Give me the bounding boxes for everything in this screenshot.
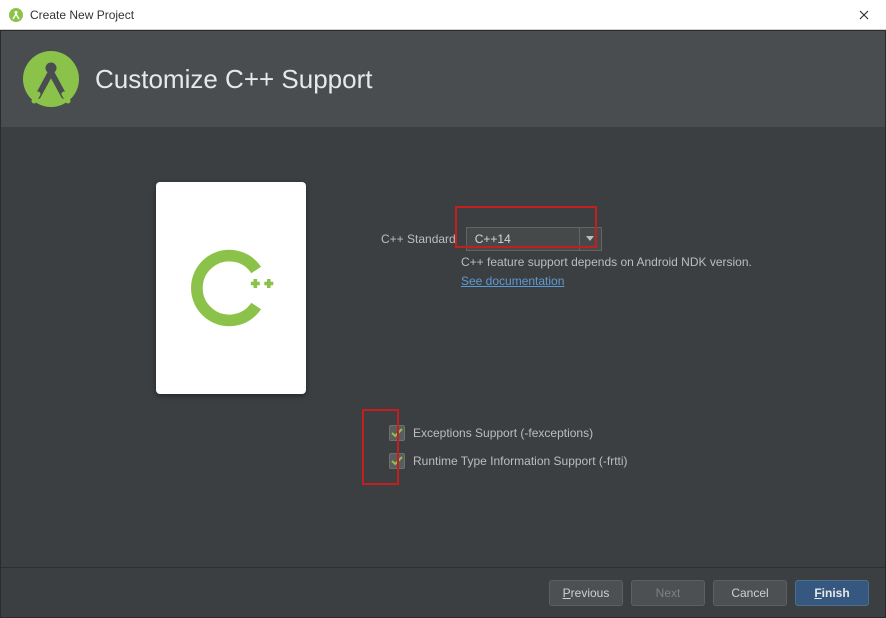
see-documentation-link[interactable]: See documentation: [461, 274, 564, 288]
android-studio-logo: [21, 49, 81, 109]
check-icon: [391, 456, 403, 466]
next-button: Next: [631, 580, 705, 606]
check-icon: [391, 428, 403, 438]
close-icon: [859, 10, 869, 20]
cpp-standard-label: C++ Standard: [381, 232, 456, 246]
rtti-checkbox-row: Runtime Type Information Support (-frtti…: [389, 453, 628, 469]
finish-rest: inish: [822, 586, 850, 600]
cpp-standard-row: C++ Standard C++14: [381, 227, 602, 251]
previous-rest: revious: [571, 586, 610, 600]
annotation-highlight-checkboxes: [362, 409, 399, 485]
cpp-standard-value: C++14: [467, 232, 511, 246]
previous-button[interactable]: Previous: [549, 580, 623, 606]
footer-button-bar: Previous Next Cancel Finish: [1, 567, 885, 617]
android-studio-icon: [8, 7, 24, 23]
window-body: Customize C++ Support C++ Standard C++14: [0, 30, 886, 618]
exceptions-checkbox[interactable]: [389, 425, 405, 441]
cancel-label: Cancel: [731, 586, 768, 600]
page-title: Customize C++ Support: [95, 64, 372, 95]
previous-mnemonic: P: [563, 586, 571, 600]
exceptions-checkbox-row: Exceptions Support (-fexceptions): [389, 425, 593, 441]
content-area: C++ Standard C++14 C++ feature support d…: [1, 127, 885, 567]
cpp-icon: [186, 243, 276, 333]
finish-button[interactable]: Finish: [795, 580, 869, 606]
titlebar: Create New Project: [0, 0, 886, 30]
rtti-label: Runtime Type Information Support (-frtti…: [413, 454, 628, 468]
cancel-button[interactable]: Cancel: [713, 580, 787, 606]
help-text: C++ feature support depends on Android N…: [461, 255, 752, 269]
window-title: Create New Project: [30, 8, 134, 22]
finish-mnemonic: F: [814, 586, 821, 600]
cpp-illustration-card: [156, 182, 306, 394]
close-button[interactable]: [841, 0, 886, 30]
next-label: Next: [656, 586, 681, 600]
chevron-down-icon: [579, 228, 601, 250]
header-band: Customize C++ Support: [1, 31, 885, 127]
exceptions-label: Exceptions Support (-fexceptions): [413, 426, 593, 440]
rtti-checkbox[interactable]: [389, 453, 405, 469]
cpp-standard-select[interactable]: C++14: [466, 227, 602, 251]
